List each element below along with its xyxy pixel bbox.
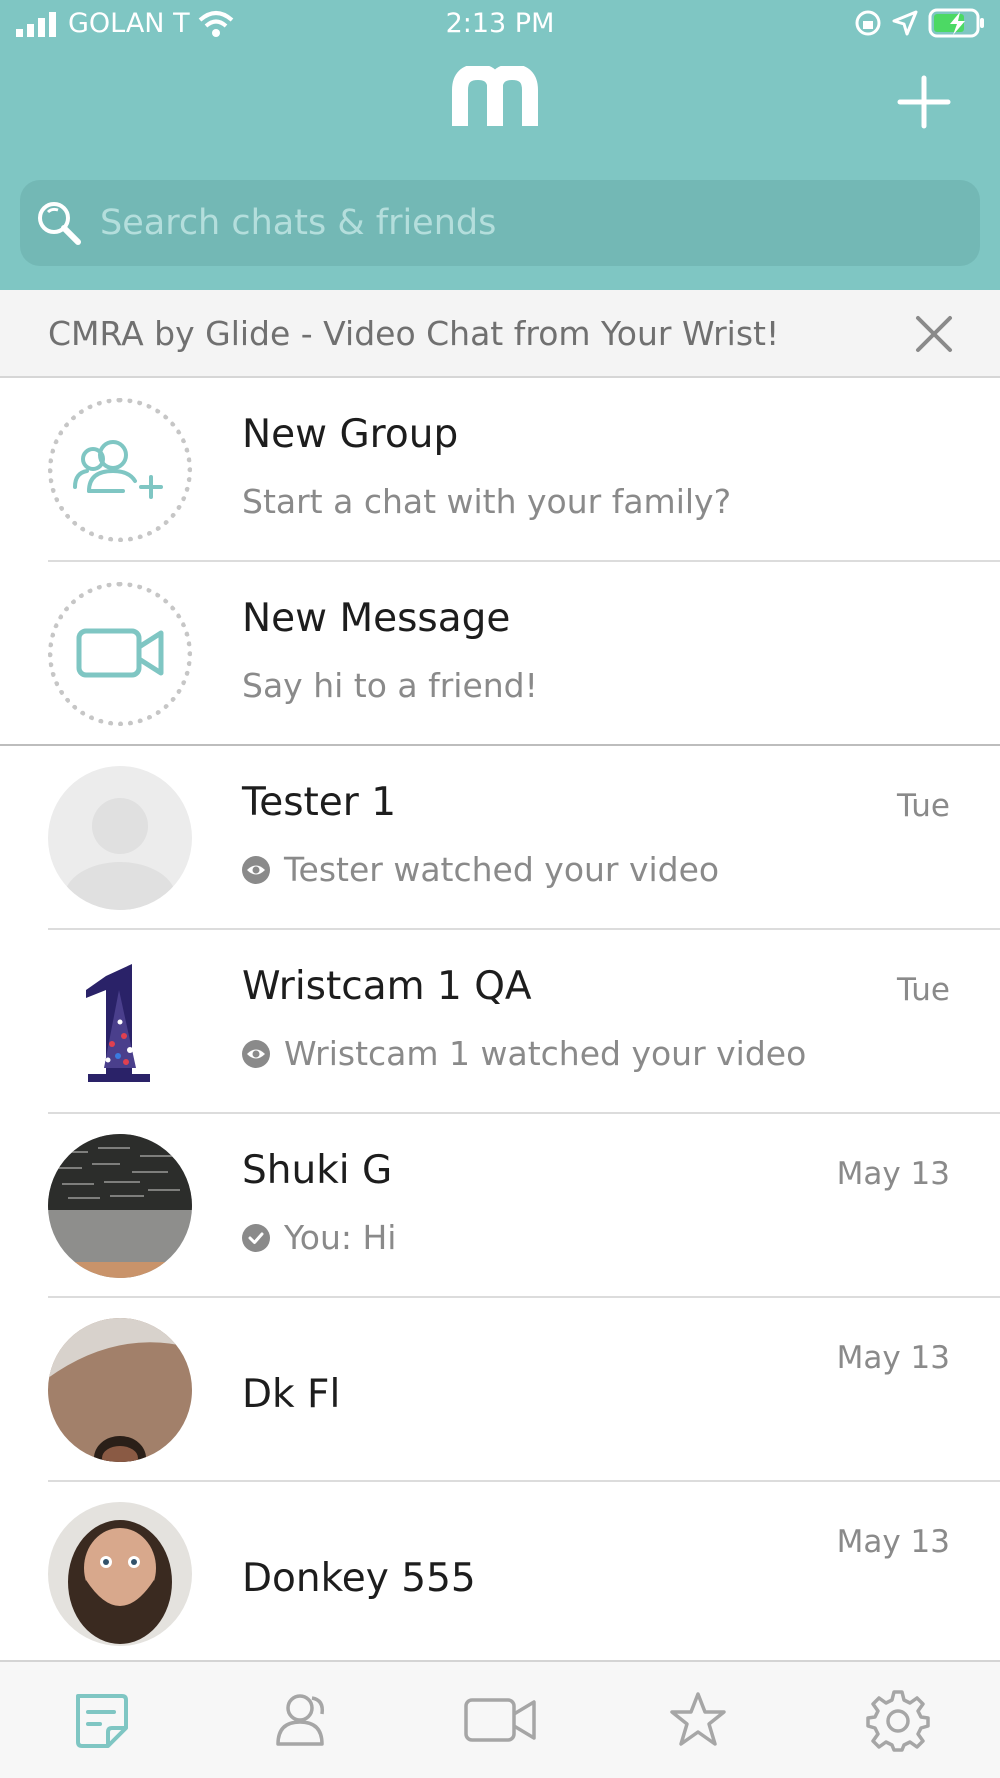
chat-row[interactable]: Donkey 555 May 13 <box>0 1482 1000 1666</box>
chat-date: Tue <box>897 788 950 824</box>
search-input[interactable] <box>100 194 960 252</box>
rotation-lock-icon <box>855 10 881 36</box>
chat-row[interactable]: Shuki G May 13 You: Hi <box>0 1114 1000 1298</box>
status-bar: GOLAN T 2:13 PM <box>0 0 1000 50</box>
chat-preview: Tester watched your video <box>242 850 719 889</box>
new-group-subtitle: Start a chat with your family? <box>242 482 732 521</box>
new-message-row[interactable]: New Message Say hi to a friend! <box>0 562 1000 746</box>
app-header: GOLAN T 2:13 PM <box>0 0 1000 290</box>
chat-name: Donkey 555 <box>242 1556 476 1601</box>
new-group-row[interactable]: New Group Start a chat with your family? <box>0 378 1000 562</box>
search-icon <box>38 202 81 245</box>
default-avatar-icon <box>64 798 176 910</box>
chat-name: Tester 1 <box>242 780 397 825</box>
chat-row[interactable]: Wristcam 1 QA Tue Wristcam 1 watched you… <box>0 930 1000 1114</box>
camera-icon[interactable] <box>462 1688 538 1752</box>
chat-preview-text: You: Hi <box>284 1218 397 1257</box>
eye-icon <box>242 1039 270 1068</box>
new-message-avatar <box>48 582 192 726</box>
chat-name: Shuki G <box>242 1148 393 1193</box>
new-chat-button[interactable] <box>896 74 952 130</box>
new-message-title: New Message <box>242 596 511 641</box>
chat-name: Wristcam 1 QA <box>242 964 532 1009</box>
avatar-photo-icon <box>48 1134 192 1278</box>
chat-row[interactable]: Dk Fl May 13 <box>0 1298 1000 1482</box>
location-arrow-icon <box>892 10 918 36</box>
promo-banner[interactable]: CMRA by Glide - Video Chat from Your Wri… <box>0 290 1000 378</box>
chat-preview-text: Wristcam 1 watched your video <box>284 1034 807 1073</box>
favorites-icon[interactable] <box>666 1688 730 1752</box>
chat-date: May 13 <box>836 1524 950 1560</box>
chat-preview-text: Tester watched your video <box>284 850 720 889</box>
avatar-photo-icon <box>48 1502 192 1646</box>
new-message-subtitle: Say hi to a friend! <box>242 666 538 705</box>
chat-preview: Wristcam 1 watched your video <box>242 1034 806 1073</box>
new-group-title: New Group <box>242 412 459 457</box>
video-camera-icon <box>76 628 164 678</box>
app-logo <box>452 66 538 126</box>
number-one-logo-icon <box>86 964 150 1082</box>
chat-name: Dk Fl <box>242 1372 341 1417</box>
avatar <box>48 1134 192 1278</box>
chat-row[interactable]: Tester 1 Tue Tester watched your video <box>0 746 1000 930</box>
avatar-photo-icon <box>48 1318 192 1462</box>
clock-label: 2:13 PM <box>445 8 555 39</box>
chats-icon[interactable] <box>68 1688 132 1752</box>
avatar <box>48 766 192 910</box>
chat-date: Tue <box>897 972 950 1008</box>
search-bar <box>20 180 980 266</box>
promo-banner-text: CMRA by Glide - Video Chat from Your Wri… <box>48 314 780 353</box>
chat-date: May 13 <box>836 1156 950 1192</box>
tab-bar <box>0 1660 1000 1778</box>
settings-icon[interactable] <box>866 1688 930 1752</box>
chat-date: May 13 <box>836 1340 950 1376</box>
avatar <box>48 950 192 1094</box>
banner-close-icon[interactable] <box>912 312 956 356</box>
chat-preview: You: Hi <box>242 1218 396 1257</box>
battery-icon <box>928 8 984 38</box>
check-icon <box>242 1223 270 1252</box>
new-group-avatar <box>48 398 192 542</box>
eye-icon <box>242 855 270 884</box>
add-group-icon <box>73 440 163 499</box>
avatar <box>48 1502 192 1646</box>
avatar <box>48 1318 192 1462</box>
friends-icon[interactable] <box>268 1688 332 1752</box>
